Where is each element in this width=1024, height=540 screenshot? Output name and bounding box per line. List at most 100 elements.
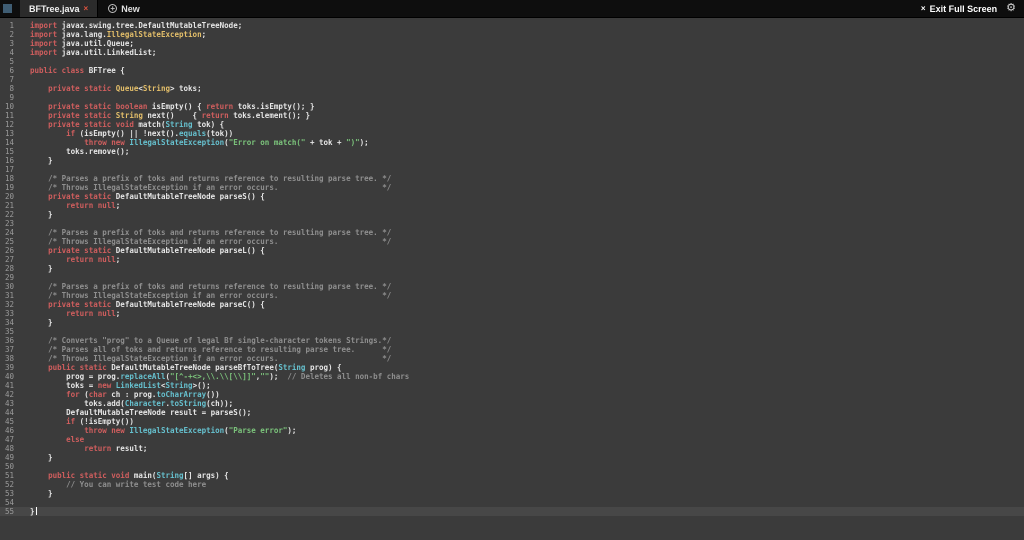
line-number: 8: [9, 84, 14, 93]
code-line: private static DefaultMutableTreeNode pa…: [48, 192, 265, 201]
new-tab-button[interactable]: + New: [98, 0, 150, 17]
line-number: 14: [4, 138, 14, 147]
code-line: private static Queue<String> toks;: [48, 84, 202, 93]
line-number: 10: [4, 102, 14, 111]
tab-close-icon[interactable]: ×: [84, 4, 89, 13]
line-number: 54: [4, 498, 14, 507]
code-line: /* Parses a prefix of toks and returns r…: [48, 174, 392, 183]
code-line: throw new IllegalStateException("Error o…: [84, 138, 369, 147]
code-line: if (isEmpty() || !next().equals(tok)): [66, 129, 234, 138]
line-number: 35: [4, 327, 14, 336]
code-editor[interactable]: 1 2 3 4 5 6 7 8 9 10 11 12 13 14 15 16 17 18 19 20 21 22 23 24 2…: [0, 18, 1024, 540]
editor-topbar: BFTree.java × + New × Exit Full Screen ⚙: [0, 0, 1024, 18]
tab-bftree-java[interactable]: BFTree.java ×: [20, 0, 99, 17]
line-number: 18: [4, 174, 14, 183]
code-line: /* Throws IllegalStateException if an er…: [48, 354, 392, 363]
plus-icon: +: [108, 4, 118, 13]
code-line: toks.add(Character.toString(ch));: [30, 399, 234, 408]
line-number: 28: [4, 264, 14, 273]
line-number: 13: [4, 129, 14, 138]
line-number: 17: [4, 165, 14, 174]
code-line: return null;: [66, 309, 121, 318]
code-line: // You can write test code here: [66, 480, 207, 489]
line-number: 51: [4, 471, 14, 480]
code-line: return null;: [66, 201, 121, 210]
code-line: private static boolean isEmpty() { retur…: [48, 102, 315, 111]
line-number: 19: [4, 183, 14, 192]
code-line: /* Parses a prefix of toks and returns r…: [48, 282, 392, 291]
code-line: return result;: [84, 444, 148, 453]
code-line: public static DefaultMutableTreeNode par…: [48, 363, 342, 372]
code-line: return null;: [66, 255, 121, 264]
line-number-gutter: 1 2 3 4 5 6 7 8 9 10 11 12 13 14 15 16 17 18 19 20 21 22 23 24 2…: [0, 21, 18, 540]
code-line: private static DefaultMutableTreeNode pa…: [48, 300, 265, 309]
topbar-right-group: × Exit Full Screen ⚙: [921, 3, 1024, 14]
line-number: 6: [9, 66, 14, 75]
code-line: import javax.swing.tree.DefaultMutableTr…: [30, 21, 243, 30]
code-line: }: [30, 264, 53, 273]
code-line: /* Converts "prog" to a Queue of legal B…: [48, 336, 392, 345]
line-number: 7: [9, 75, 14, 84]
code-line: /* Throws IllegalStateException if an er…: [48, 183, 392, 192]
line-number: 12: [4, 120, 14, 129]
code-line: public class BFTree {: [30, 66, 125, 75]
code-line: /* Parses a prefix of toks and returns r…: [48, 228, 392, 237]
code-line: else: [66, 435, 85, 444]
code-line: DefaultMutableTreeNode result = parseS()…: [30, 408, 252, 417]
code-line: prog = prog.replaceAll("[^-+<>,\\.\\[\\]…: [30, 372, 410, 381]
line-number: 21: [4, 201, 14, 210]
line-number: 53: [4, 489, 14, 498]
line-number: 23: [4, 219, 14, 228]
line-number: 41: [4, 381, 14, 390]
line-number: 16: [4, 156, 14, 165]
tab-label: BFTree.java: [29, 3, 80, 14]
line-number: 34: [4, 318, 14, 327]
code-lines[interactable]: import javax.swing.tree.DefaultMutableTr…: [18, 21, 1024, 540]
code-line: toks = new LinkedList<String>();: [30, 381, 211, 390]
code-line: import java.util.Queue;: [30, 39, 134, 48]
text-cursor: [35, 507, 37, 515]
code-line: import java.util.LinkedList;: [30, 48, 157, 57]
line-number: 50: [4, 462, 14, 471]
code-line: }: [30, 489, 53, 498]
code-line: }: [30, 210, 53, 219]
code-line: throw new IllegalStateException("Parse e…: [84, 426, 297, 435]
line-number: 22: [4, 210, 14, 219]
code-line: }: [30, 156, 53, 165]
line-number: 11: [4, 111, 14, 120]
app-icon: [3, 4, 12, 13]
code-line: /* Throws IllegalStateException if an er…: [48, 237, 392, 246]
line-number: 47: [4, 435, 14, 444]
line-number: 9: [9, 93, 14, 102]
code-line: /* Throws IllegalStateException if an er…: [48, 291, 392, 300]
code-line: import java.lang.IllegalStateException;: [30, 30, 207, 39]
code-line: if (!isEmpty()): [66, 417, 134, 426]
line-number: 27: [4, 255, 14, 264]
code-line: /* Parses all of toks and returns refere…: [48, 345, 392, 354]
line-number: 26: [4, 246, 14, 255]
line-number: 43: [4, 399, 14, 408]
line-number: 40: [4, 372, 14, 381]
code-line: for (char ch : prog.toCharArray()): [66, 390, 220, 399]
line-number: 46: [4, 426, 14, 435]
gear-icon[interactable]: ⚙: [1006, 3, 1016, 14]
code-line: toks.remove();: [30, 147, 130, 156]
line-number: 44: [4, 408, 14, 417]
line-number: 37: [4, 345, 14, 354]
line-number: 25: [4, 237, 14, 246]
line-number: 49: [4, 453, 14, 462]
line-number: 24: [4, 228, 14, 237]
line-number: 48: [4, 444, 14, 453]
exit-full-screen-button[interactable]: × Exit Full Screen: [921, 4, 997, 14]
line-number: 31: [4, 291, 14, 300]
line-number: 2: [9, 30, 14, 39]
close-icon: ×: [920, 3, 926, 13]
